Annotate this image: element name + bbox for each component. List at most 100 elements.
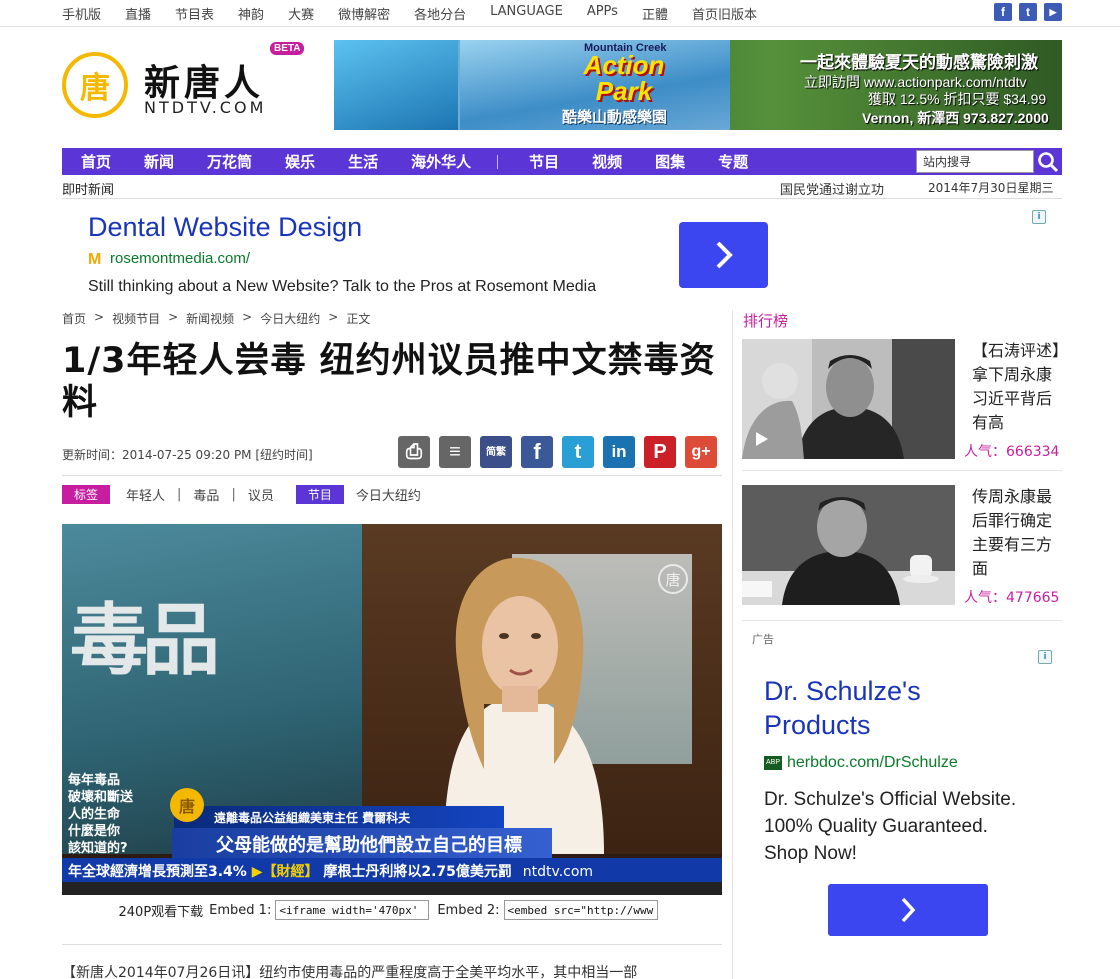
- article-body: 【新唐人2014年07月26日讯】纽约市使用毒品的严重程度高于全美平均水平，其中…: [62, 965, 638, 979]
- article-title: 1/3年轻人尝毒 纽约州议员推中文禁毒资料: [62, 341, 716, 423]
- ranking-thumbnail[interactable]: [742, 485, 955, 605]
- top-link-contest[interactable]: 大赛: [288, 4, 314, 23]
- breaking-news-ticker[interactable]: 国民党通过谢立功: [780, 179, 904, 198]
- logo-seal-icon: 唐: [62, 52, 128, 118]
- nav-life[interactable]: 生活: [348, 151, 378, 172]
- mcdonalds-arches-icon: M: [88, 250, 102, 268]
- video-controls[interactable]: [62, 882, 722, 895]
- chevron-right-icon: [716, 241, 733, 269]
- ad-info-button[interactable]: i: [1032, 210, 1046, 224]
- ranking-thumbnail[interactable]: [742, 339, 955, 459]
- ranking-item-popularity: 人气：477665: [964, 590, 1060, 606]
- facebook-icon[interactable]: f: [994, 3, 1012, 21]
- tag-link[interactable]: 年轻人: [126, 485, 165, 504]
- video-player[interactable]: 毒品 每年毒品 破壞和斷送 人的生命 什麼是你 該知道的? 唐 遠離毒品公益組織…: [62, 524, 722, 895]
- content-divider: [62, 944, 722, 945]
- search-button[interactable]: [1034, 148, 1062, 175]
- video-news-ticker: 年全球經濟增長預測至3.4% ▶【財經】 摩根士丹利將以2.75億美元罰 ntd…: [62, 858, 722, 882]
- top-link-weibo[interactable]: 微博解密: [338, 4, 390, 23]
- nav-video[interactable]: 视频: [592, 151, 622, 172]
- ranking-title: 排行榜: [743, 312, 789, 330]
- top-link-old-home[interactable]: 首页旧版本: [692, 4, 757, 23]
- crumb-news-video[interactable]: 新闻视频: [186, 310, 234, 327]
- crumb-home[interactable]: 首页: [62, 310, 86, 327]
- crumb-today-ny[interactable]: 今日大纽约: [260, 310, 320, 327]
- download-240p-link[interactable]: 240P观看下载: [119, 901, 204, 920]
- tag-link[interactable]: 毒品: [193, 485, 219, 504]
- ranking-item-title[interactable]: 传周永康最后罪行确定 主要有三方面: [972, 485, 1064, 581]
- breadcrumb: 首页 > 视频节目 > 新闻视频 > 今日大纽约 > 正文: [62, 310, 378, 327]
- top-link-mobile[interactable]: 手机版: [62, 4, 101, 23]
- nav-news[interactable]: 新闻: [144, 151, 174, 172]
- ranking-item-title[interactable]: 【石涛评述】拿下周永康 习近平背后有高: [972, 339, 1064, 435]
- nav-kaleidoscope[interactable]: 万花筒: [207, 151, 252, 172]
- top-link-apps[interactable]: APPs: [587, 4, 618, 23]
- nav-programs[interactable]: 节目: [529, 151, 559, 172]
- top-link-live[interactable]: 直播: [125, 4, 151, 23]
- youtube-icon[interactable]: ▶: [1044, 3, 1062, 21]
- share-toolbar: ⎙ ≡ 简繁 f t in P g+: [398, 436, 717, 468]
- ranking-item[interactable]: 传周永康最后罪行确定 主要有三方面 人气：477665: [742, 485, 1064, 606]
- banner-line-1: 一起來體驗夏天的動感驚險刺激: [800, 53, 1038, 73]
- ad-top-go-button[interactable]: [679, 222, 768, 288]
- crumb-sep: >: [242, 310, 253, 324]
- site-logo[interactable]: 唐 新唐人 NTDTV.COM BETA: [62, 42, 312, 123]
- linkedin-icon[interactable]: in: [603, 436, 635, 468]
- nav-entertainment[interactable]: 娱乐: [285, 151, 315, 172]
- embed-1-field[interactable]: [275, 900, 430, 920]
- poster-line: 人的生命: [68, 807, 121, 822]
- video-poster-text: 毒品: [70, 595, 220, 686]
- simplified-traditional-icon[interactable]: 简繁: [480, 436, 512, 468]
- social-links: f t ▶: [994, 3, 1062, 21]
- ad-sidebar-url-text: herbdoc.com/DrSchulze: [787, 754, 958, 771]
- banner-ad[interactable]: Mountain Creek Action Park 酷樂山動感樂園 一起來體驗…: [334, 40, 1062, 130]
- nav-topics[interactable]: 专题: [718, 151, 748, 172]
- crumb-video-programs[interactable]: 视频节目: [112, 310, 160, 327]
- top-link-traditional[interactable]: 正體: [642, 4, 668, 23]
- poster-line: 破壞和斷送: [68, 790, 134, 805]
- search-input[interactable]: [916, 150, 1034, 173]
- banner-rafting-image: [334, 40, 458, 130]
- main-nav: 首页 新闻 万花筒 娱乐 生活 海外华人 节目 视频 图集 专题: [62, 148, 1062, 175]
- facebook-icon[interactable]: f: [521, 436, 553, 468]
- top-link-shenyun[interactable]: 神韵: [238, 4, 264, 23]
- embed-1-label: Embed 1:: [209, 902, 272, 918]
- ad-sidebar-url[interactable]: ABP herbdoc.com/DrSchulze: [764, 754, 958, 772]
- tag-divider: |: [231, 487, 236, 502]
- ad-top-title[interactable]: Dental Website Design: [88, 212, 362, 243]
- nav-gallery[interactable]: 图集: [655, 151, 685, 172]
- breaking-news-label: 即时新闻: [62, 183, 115, 198]
- tag-divider: |: [177, 487, 182, 502]
- video-poster-side: 每年毒品 破壞和斷送 人的生命 什麼是你 該知道的?: [68, 772, 133, 857]
- ad-sidebar-title[interactable]: Dr. Schulze's Products: [764, 674, 1024, 742]
- ad-info-button[interactable]: i: [1038, 650, 1052, 664]
- print-icon[interactable]: ⎙: [398, 436, 430, 468]
- ad-sidebar-desc: Dr. Schulze's Official Website. 100% Qua…: [764, 789, 1017, 864]
- ad-label: 广告: [752, 633, 774, 646]
- top-link-regional[interactable]: 各地分台: [414, 4, 466, 23]
- ntd-logo-icon: 唐: [170, 788, 204, 822]
- text-ad-top[interactable]: Dental Website Design Mrosemontmedia.com…: [62, 200, 1062, 305]
- breaking-news-bar: 即时新闻 国民党通过谢立功 2014年7月30日星期三: [62, 177, 1062, 199]
- top-link-language[interactable]: LANGUAGE: [490, 4, 563, 23]
- ranking-item[interactable]: 【石涛评述】拿下周永康 习近平背后有高 人气：666334: [742, 339, 1064, 460]
- ad-top-url[interactable]: Mrosemontmedia.com/: [88, 250, 250, 268]
- twitter-icon[interactable]: t: [1019, 3, 1037, 21]
- nav-home[interactable]: 首页: [81, 151, 111, 172]
- crumb-sep: >: [94, 310, 105, 324]
- nav-overseas[interactable]: 海外华人: [411, 151, 471, 172]
- tag-link[interactable]: 议员: [248, 485, 274, 504]
- ad-info-icon: i: [1032, 210, 1046, 224]
- googleplus-icon[interactable]: g+: [685, 436, 717, 468]
- comment-icon[interactable]: ≡: [439, 436, 471, 468]
- ad-sidebar-go-button[interactable]: [828, 884, 988, 936]
- top-link-schedule[interactable]: 节目表: [175, 4, 214, 23]
- program-link[interactable]: 今日大纽约: [356, 485, 421, 504]
- nav-divider: [497, 154, 499, 169]
- pinterest-icon[interactable]: P: [644, 436, 676, 468]
- search-icon: [1038, 151, 1059, 172]
- twitter-icon[interactable]: t: [562, 436, 594, 468]
- banner-line-4: Vernon, 新澤西 973.827.2000: [862, 110, 1049, 126]
- embed-2-field[interactable]: [503, 900, 658, 920]
- current-date: 2014年7月30日星期三: [928, 181, 1054, 195]
